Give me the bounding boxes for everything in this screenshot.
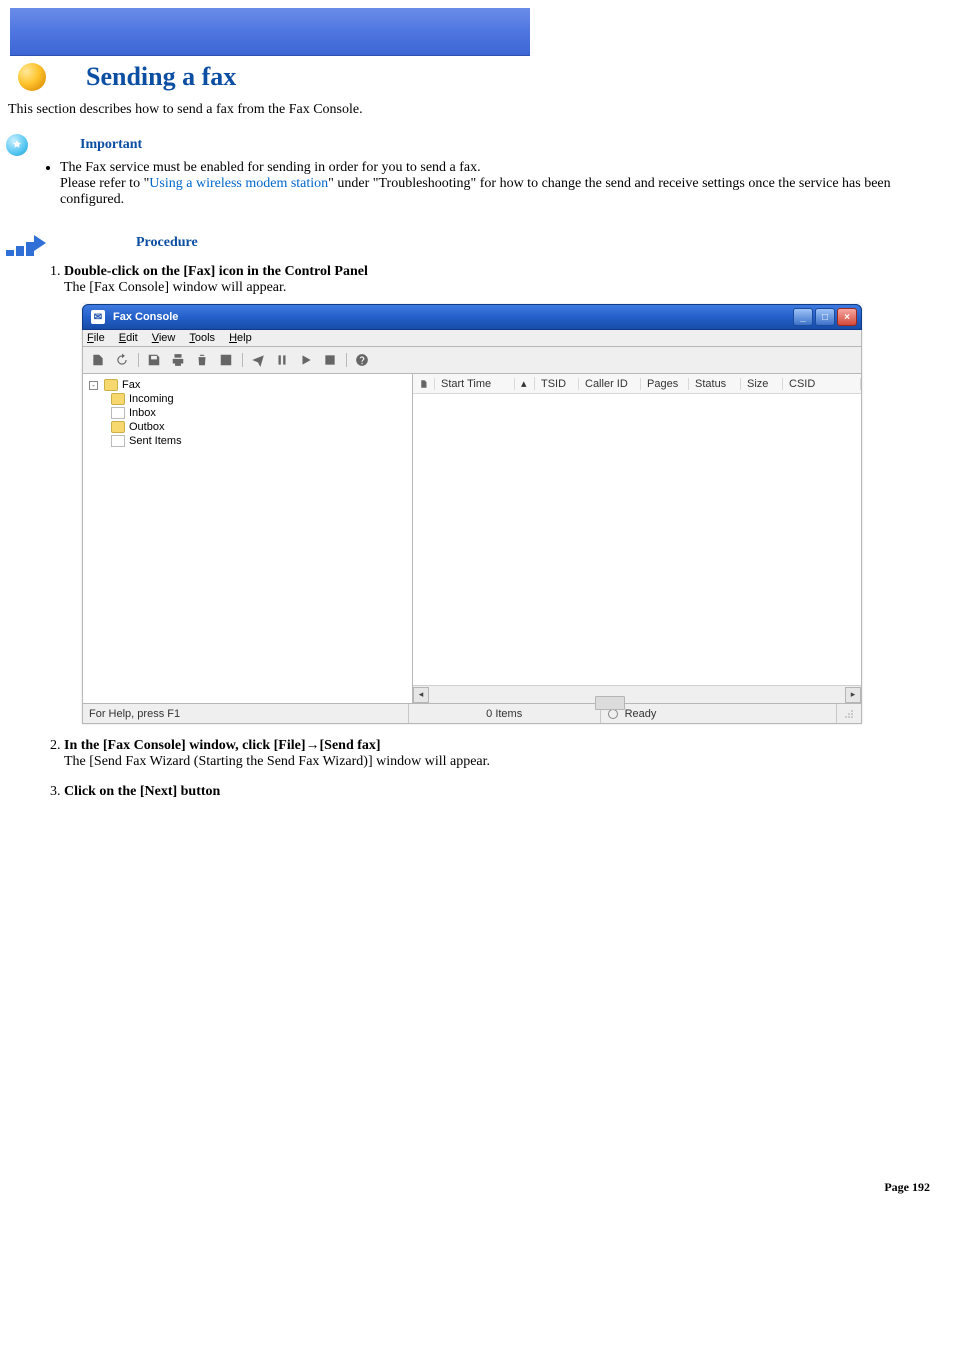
fc-toolbar bbox=[82, 347, 862, 374]
top-gradient-band bbox=[10, 8, 530, 56]
fc-tree-pane: - Fax Incoming Inbox bbox=[83, 374, 413, 703]
menu-tools[interactable]: Tools bbox=[189, 332, 215, 344]
tree-sent-label: Sent Items bbox=[129, 435, 182, 447]
step-2: In the [Fax Console] window, click [File… bbox=[64, 738, 954, 770]
status-resize-grip-icon[interactable] bbox=[837, 704, 861, 723]
col-tsid[interactable]: TSID bbox=[535, 378, 579, 390]
status-ready-text: Ready bbox=[625, 708, 657, 720]
col-status[interactable]: Status bbox=[689, 378, 741, 390]
fc-menubar: File Edit View Tools Help bbox=[82, 330, 862, 347]
tb-delete-icon[interactable] bbox=[191, 350, 213, 370]
tb-pause-icon[interactable] bbox=[271, 350, 293, 370]
maximize-button[interactable]: □ bbox=[815, 308, 835, 326]
tree-fax-label: Fax bbox=[122, 379, 140, 391]
status-help: For Help, press F1 bbox=[83, 704, 409, 723]
menu-view[interactable]: View bbox=[152, 332, 176, 344]
menu-edit[interactable]: Edit bbox=[119, 332, 138, 344]
tree-outbox-label: Outbox bbox=[129, 421, 164, 433]
tb-stop-icon[interactable] bbox=[319, 350, 341, 370]
step-1: Double-click on the [Fax] icon in the Co… bbox=[64, 264, 954, 724]
col-csid[interactable]: CSID bbox=[783, 378, 861, 390]
fax-console-window: ✉ Fax Console _ □ × File Edit View Tools… bbox=[82, 304, 862, 724]
col-caller-id[interactable]: Caller ID bbox=[579, 378, 641, 390]
scroll-right-icon[interactable]: ▸ bbox=[845, 687, 861, 703]
fc-titlebar[interactable]: ✉ Fax Console _ □ × bbox=[82, 304, 862, 330]
fc-list-body[interactable] bbox=[413, 394, 861, 685]
close-button[interactable]: × bbox=[837, 308, 857, 326]
tb-separator bbox=[135, 350, 141, 370]
fc-h-scrollbar[interactable]: ◂ ▸ bbox=[413, 685, 861, 703]
tb-new-icon[interactable] bbox=[87, 350, 109, 370]
page-title: Sending a fax bbox=[86, 62, 236, 92]
outbox-folder-icon bbox=[111, 421, 125, 433]
fc-title-text: Fax Console bbox=[113, 311, 178, 323]
col-sort-icon[interactable]: ▴ bbox=[515, 377, 535, 390]
procedure-icon bbox=[6, 230, 66, 256]
step-3-head: Click on the [Next] button bbox=[64, 784, 220, 799]
important-refer-prefix: Please refer to " bbox=[60, 176, 149, 191]
col-doc-icon[interactable] bbox=[413, 378, 435, 390]
tb-separator bbox=[343, 350, 349, 370]
fc-column-headers: Start Time ▴ TSID Caller ID Pages Status… bbox=[413, 374, 861, 394]
col-start-time[interactable]: Start Time bbox=[435, 378, 515, 390]
fc-app-icon: ✉ bbox=[91, 310, 105, 324]
tree-incoming-node[interactable]: Incoming bbox=[111, 392, 406, 406]
tb-print-icon[interactable] bbox=[167, 350, 189, 370]
status-items: 0 Items bbox=[409, 704, 601, 723]
fax-folder-icon bbox=[104, 379, 118, 391]
step-1-body: The [Fax Console] window will appear. bbox=[64, 280, 954, 296]
fc-list-pane: Start Time ▴ TSID Caller ID Pages Status… bbox=[413, 374, 861, 703]
expand-toggle-icon[interactable]: - bbox=[89, 381, 98, 390]
tree-inbox-label: Inbox bbox=[129, 407, 156, 419]
tb-resume-icon[interactable] bbox=[295, 350, 317, 370]
scroll-left-icon[interactable]: ◂ bbox=[413, 687, 429, 703]
tb-save-icon[interactable] bbox=[143, 350, 165, 370]
tree-outbox-node[interactable]: Outbox bbox=[111, 420, 406, 434]
tree-sent-node[interactable]: Sent Items bbox=[111, 434, 406, 448]
col-pages[interactable]: Pages bbox=[641, 378, 689, 390]
tb-separator bbox=[239, 350, 245, 370]
tb-send-icon[interactable] bbox=[247, 350, 269, 370]
tb-help-icon[interactable] bbox=[351, 350, 373, 370]
tb-prop-icon[interactable] bbox=[215, 350, 237, 370]
procedure-heading: Procedure bbox=[136, 235, 198, 251]
minimize-button[interactable]: _ bbox=[793, 308, 813, 326]
step-2-head: In the [Fax Console] window, click [File… bbox=[64, 738, 381, 753]
inbox-folder-icon bbox=[111, 407, 125, 419]
status-ready: Ready bbox=[601, 704, 837, 723]
tree-inbox-node[interactable]: Inbox bbox=[111, 406, 406, 420]
tb-refresh-icon[interactable] bbox=[111, 350, 133, 370]
step-1-head: Double-click on the [Fax] icon in the Co… bbox=[64, 264, 368, 279]
important-heading: Important bbox=[80, 137, 142, 153]
page-footer: Page 192 bbox=[0, 1180, 930, 1195]
tree-incoming-label: Incoming bbox=[129, 393, 174, 405]
sent-folder-icon bbox=[111, 435, 125, 447]
step-3: Click on the [Next] button bbox=[64, 784, 954, 800]
intro-text: This section describes how to send a fax… bbox=[8, 102, 946, 118]
tree-fax-node[interactable]: - Fax bbox=[89, 378, 406, 392]
step-2-body: The [Send Fax Wizard (Starting the Send … bbox=[64, 754, 954, 770]
menu-help[interactable]: Help bbox=[229, 332, 252, 344]
wireless-modem-link[interactable]: Using a wireless modem station bbox=[149, 176, 328, 191]
fc-statusbar: For Help, press F1 0 Items Ready bbox=[82, 704, 862, 724]
important-bullet: The Fax service must be enabled for send… bbox=[60, 160, 946, 208]
menu-file[interactable]: File bbox=[87, 332, 105, 344]
important-line1: The Fax service must be enabled for send… bbox=[60, 160, 481, 175]
incoming-folder-icon bbox=[111, 393, 125, 405]
important-icon bbox=[6, 134, 28, 156]
section-bullet-icon bbox=[18, 63, 46, 91]
col-size[interactable]: Size bbox=[741, 378, 783, 390]
scroll-thumb[interactable] bbox=[595, 696, 625, 710]
